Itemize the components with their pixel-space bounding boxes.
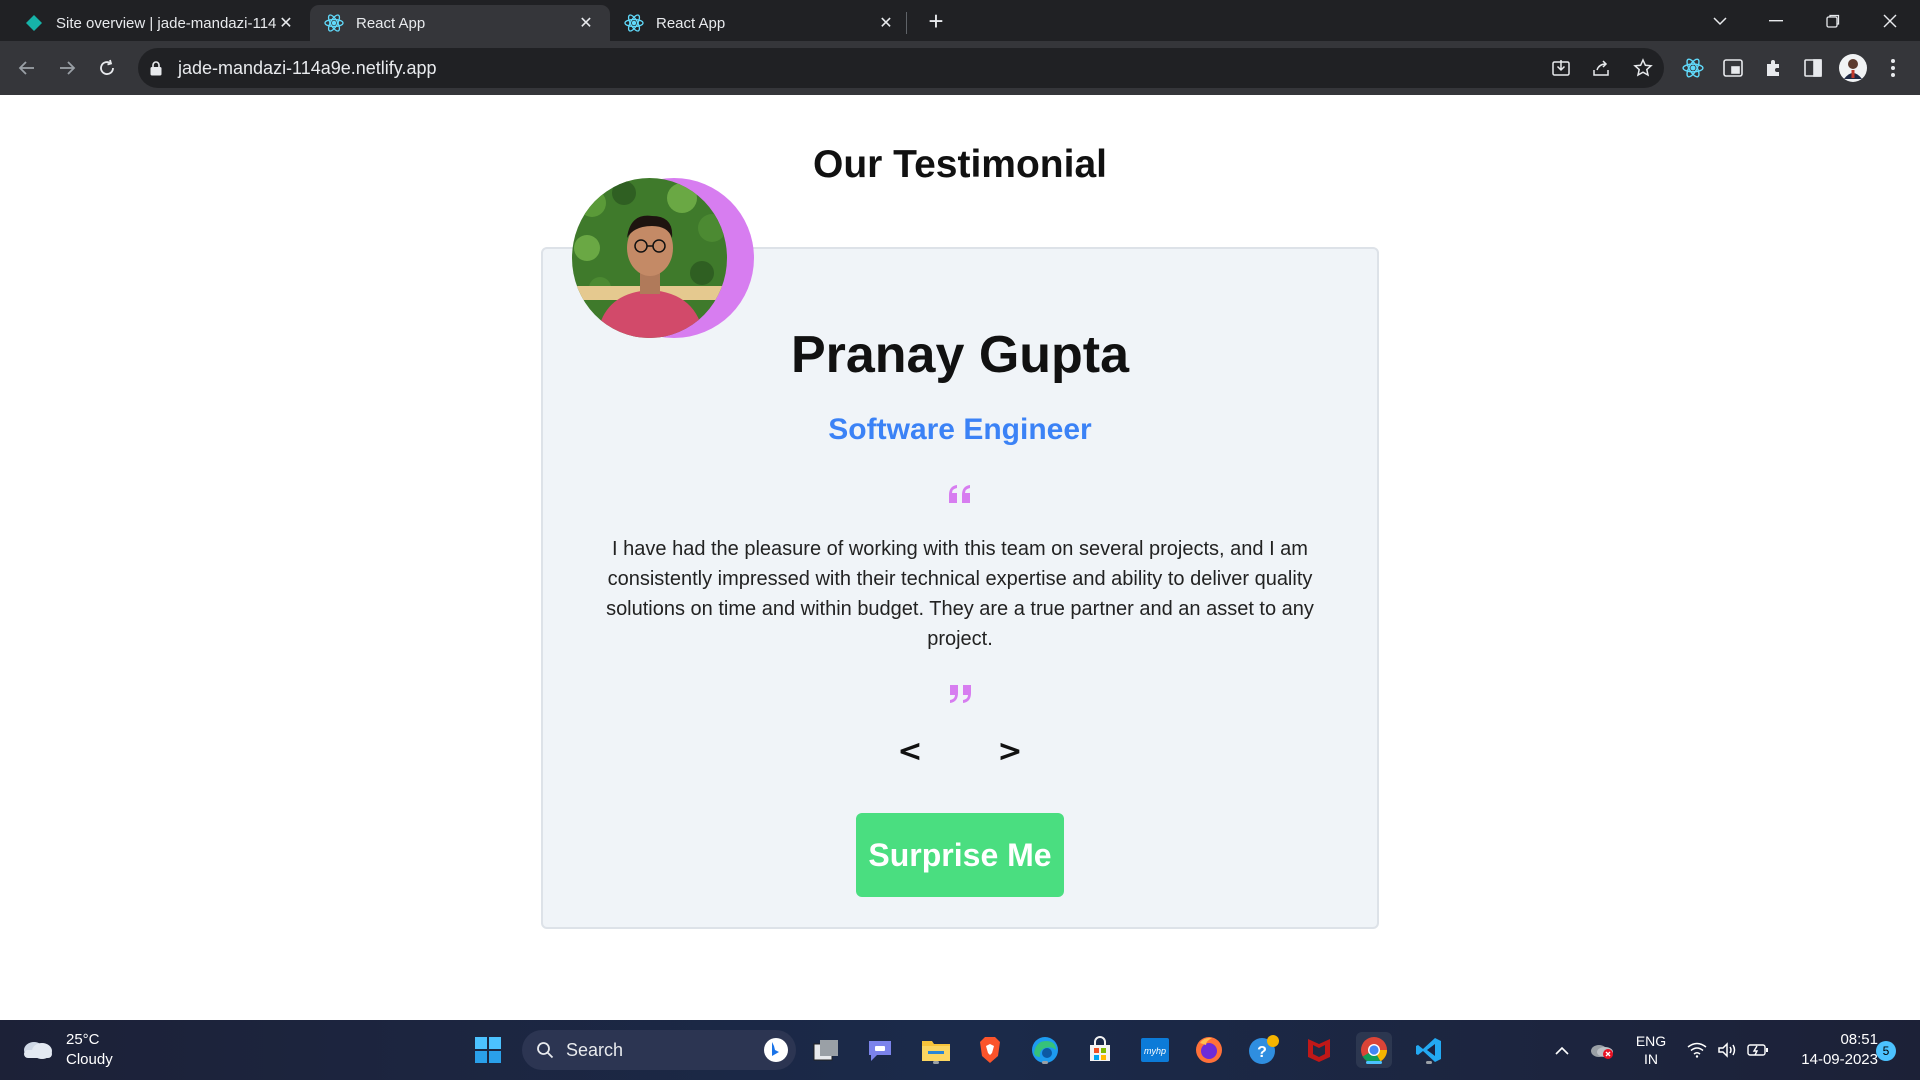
mcafee-icon[interactable] bbox=[1301, 1032, 1337, 1068]
next-testimonial-button[interactable]: > bbox=[990, 733, 1030, 769]
react-atom-icon bbox=[324, 13, 344, 33]
weather-condition: Cloudy bbox=[66, 1051, 113, 1068]
running-indicator bbox=[933, 1061, 939, 1064]
quote-open-icon bbox=[941, 479, 979, 509]
windows-taskbar: 25°C Cloudy Search myhp ? ENG IN 08:51 1… bbox=[0, 1020, 1920, 1080]
volume-icon[interactable] bbox=[1714, 1020, 1740, 1080]
surprise-me-button[interactable]: Surprise Me bbox=[856, 813, 1064, 897]
forward-arrow-icon[interactable] bbox=[50, 51, 84, 85]
cloud-icon bbox=[20, 1036, 54, 1065]
close-window-icon[interactable] bbox=[1862, 0, 1918, 41]
page-title: Our Testimonial bbox=[813, 143, 1107, 186]
onedrive-error-icon[interactable] bbox=[1588, 1020, 1616, 1080]
tab-title: React App bbox=[656, 14, 726, 32]
firefox-icon[interactable] bbox=[1191, 1032, 1227, 1068]
notification-badge[interactable]: 5 bbox=[1876, 1041, 1896, 1061]
testimonial-text: I have had the pleasure of working with … bbox=[606, 538, 1314, 650]
windows-start-icon[interactable] bbox=[470, 1032, 506, 1068]
share-icon[interactable] bbox=[1584, 48, 1618, 88]
avatar-photo bbox=[572, 178, 727, 338]
new-tab-plus-icon[interactable]: + bbox=[922, 7, 950, 35]
avatar bbox=[572, 178, 754, 340]
tab-react-app-active[interactable]: React App ✕ bbox=[310, 5, 610, 41]
page-content: Our Testimonial Pranay Gupta Software En… bbox=[0, 95, 1920, 1020]
active-indicator bbox=[1366, 1061, 1382, 1064]
svg-text:myhp: myhp bbox=[1144, 1046, 1166, 1056]
chrome-icon[interactable] bbox=[1356, 1032, 1392, 1068]
url-text: jade-mandazi-114a9e.netlify.app bbox=[178, 57, 437, 78]
task-view-icon[interactable] bbox=[808, 1032, 844, 1068]
show-hidden-icons-chevron-icon[interactable] bbox=[1550, 1020, 1574, 1080]
running-indicator bbox=[1042, 1061, 1048, 1064]
wifi-icon[interactable] bbox=[1684, 1020, 1710, 1080]
extensions-puzzle-icon[interactable] bbox=[1756, 51, 1790, 85]
testimonial-role: Software Engineer bbox=[828, 413, 1092, 446]
search-placeholder: Search bbox=[566, 1039, 624, 1060]
tab-separator bbox=[906, 12, 907, 34]
file-explorer-icon[interactable] bbox=[918, 1032, 954, 1068]
help-icon[interactable]: ? bbox=[1246, 1032, 1282, 1068]
profile-avatar-icon[interactable] bbox=[1836, 51, 1870, 85]
prev-testimonial-button[interactable]: < bbox=[890, 733, 930, 769]
tab-title: React App bbox=[356, 14, 426, 32]
system-clock[interactable]: 08:51 14-09-2023 bbox=[1778, 1030, 1878, 1070]
weather-temp: 25°C bbox=[66, 1031, 100, 1048]
bookmark-star-icon[interactable] bbox=[1626, 48, 1660, 88]
tab-title: Site overview | jade-mandazi-114a9e bbox=[56, 14, 276, 32]
bing-icon[interactable] bbox=[764, 1038, 788, 1062]
quote-close-icon bbox=[941, 679, 979, 709]
picture-in-picture-icon[interactable] bbox=[1716, 51, 1750, 85]
browser-toolbar: jade-mandazi-114a9e.netlify.app bbox=[0, 41, 1920, 95]
clock-time: 08:51 bbox=[1840, 1031, 1878, 1048]
taskbar-search-input[interactable]: Search bbox=[522, 1030, 796, 1070]
testimonial-name: Pranay Gupta bbox=[790, 326, 1130, 384]
more-menu-icon[interactable] bbox=[1876, 51, 1910, 85]
brave-browser-icon[interactable] bbox=[972, 1032, 1008, 1068]
svg-text:?: ? bbox=[1257, 1044, 1267, 1061]
reload-icon[interactable] bbox=[90, 51, 124, 85]
address-bar[interactable]: jade-mandazi-114a9e.netlify.app bbox=[138, 48, 1664, 88]
edge-browser-icon[interactable] bbox=[1027, 1032, 1063, 1068]
react-devtools-icon[interactable] bbox=[1676, 51, 1710, 85]
battery-icon[interactable] bbox=[1744, 1020, 1772, 1080]
lock-icon bbox=[150, 60, 164, 76]
side-panel-icon[interactable] bbox=[1796, 51, 1830, 85]
tab-search-chevron-icon[interactable] bbox=[1692, 0, 1748, 41]
tab-react-app[interactable]: React App ✕ bbox=[610, 5, 910, 41]
weather-widget[interactable]: 25°C Cloudy bbox=[20, 1030, 113, 1070]
clock-date: 14-09-2023 bbox=[1801, 1051, 1878, 1068]
restore-icon[interactable] bbox=[1805, 0, 1861, 41]
netlify-diamond-icon bbox=[24, 13, 44, 33]
install-app-icon[interactable] bbox=[1544, 48, 1578, 88]
close-icon[interactable]: ✕ bbox=[576, 13, 596, 33]
tab-site-overview[interactable]: Site overview | jade-mandazi-114a9e ✕ bbox=[10, 5, 310, 41]
close-icon[interactable]: ✕ bbox=[276, 13, 296, 33]
close-icon[interactable]: ✕ bbox=[876, 13, 896, 33]
language-region: IN bbox=[1644, 1051, 1658, 1067]
search-icon bbox=[536, 1041, 554, 1059]
myhp-icon[interactable]: myhp bbox=[1137, 1032, 1173, 1068]
teams-chat-icon[interactable] bbox=[862, 1032, 898, 1068]
running-indicator bbox=[1426, 1061, 1432, 1064]
browser-tab-bar: Site overview | jade-mandazi-114a9e ✕ Re… bbox=[0, 0, 1920, 41]
back-arrow-icon[interactable] bbox=[10, 51, 44, 85]
react-atom-icon bbox=[624, 13, 644, 33]
language-indicator[interactable]: ENG IN bbox=[1628, 1020, 1674, 1080]
microsoft-store-icon[interactable] bbox=[1082, 1032, 1118, 1068]
language-code: ENG bbox=[1635, 1033, 1667, 1049]
minimize-icon[interactable] bbox=[1748, 0, 1804, 41]
vscode-icon[interactable] bbox=[1411, 1032, 1447, 1068]
